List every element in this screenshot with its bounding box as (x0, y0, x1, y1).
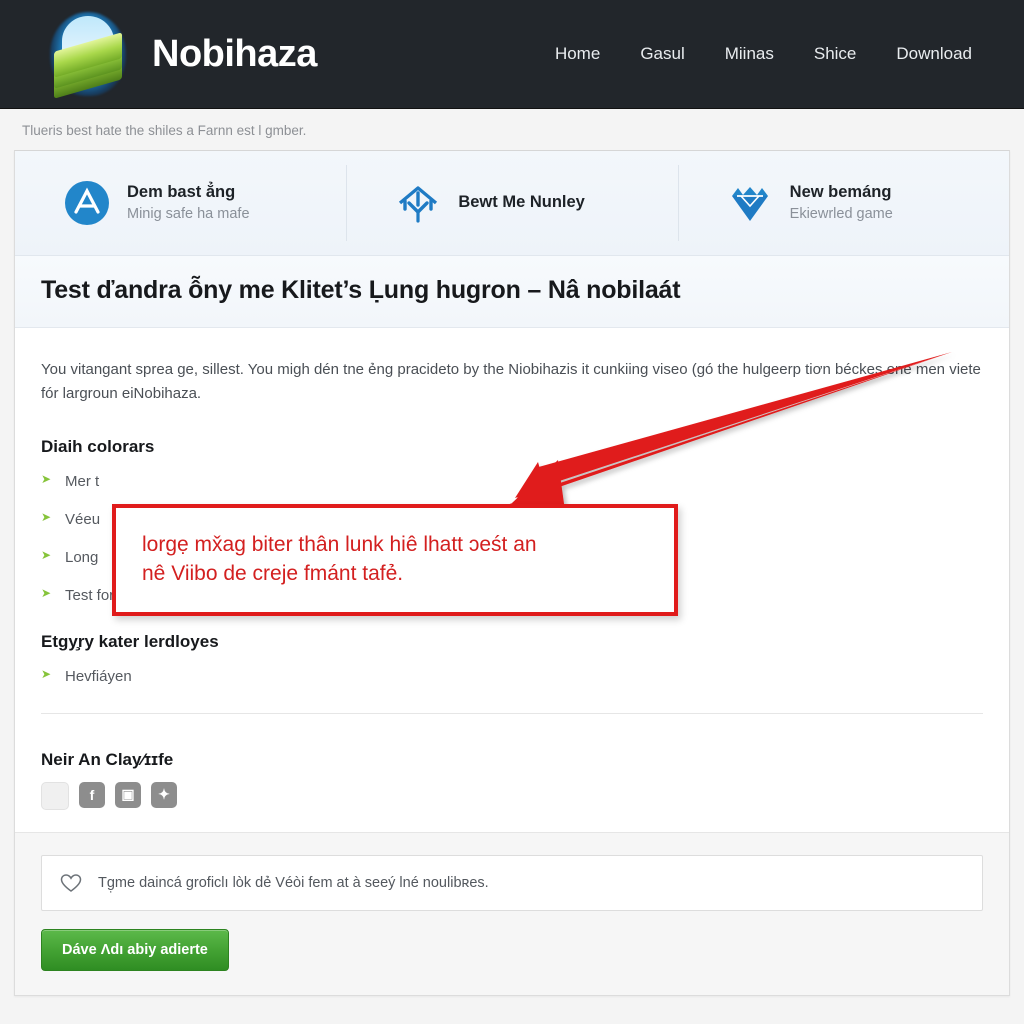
circle-a-badge-icon (61, 177, 113, 229)
feature-card-1[interactable]: Dem bast ẳng Minig safe ha mafe (15, 151, 346, 255)
notice-bar: Tg̣me daincá groficlı lòk dẻ Véòi fem at… (41, 854, 983, 911)
feature-strip: Dem bast ẳng Minig safe ha mafe Bewt Me … (15, 151, 1009, 256)
nav-home[interactable]: Home (551, 38, 604, 70)
page-title: Test ďandra ỗny me Klitet’s Ḷung hugron … (41, 276, 681, 304)
download-house-icon (392, 177, 444, 229)
nav-shice[interactable]: Shice (810, 38, 861, 70)
thumbs-up-icon[interactable]: ✦ (151, 781, 177, 808)
nav-miinas[interactable]: Miinas (721, 38, 778, 70)
brand[interactable]: Nobihaza ➚ (40, 6, 317, 102)
image-share-icon[interactable]: ▣ (115, 781, 141, 808)
feature-subtitle-3: Ekiewrled game (789, 205, 893, 222)
feature-card-3[interactable]: New bemáng Ekiewrled game (677, 151, 1009, 255)
annotation-line-1: lorgẹ mx̌ag biter thân lunk hiê lhatt ɔe… (142, 533, 537, 557)
section-divider (41, 712, 983, 714)
annotation-line-2: nê Viibo de creje fmánt tafẻ. (142, 562, 404, 585)
nav-download[interactable]: Download (892, 38, 976, 70)
feature-title-2: Bewt Me Nunley (458, 192, 585, 211)
blank-share-icon[interactable] (41, 781, 69, 810)
feature-subtitle-1: Minig safe ha mafe (127, 205, 250, 222)
site-header: Nobihaza ➚ Home Gasul Miinas Shice Downl… (0, 0, 1024, 109)
share-heading: Neir An Clay⁄ɪɪfe (41, 749, 174, 769)
intro-paragraph: You vitangant sprea ge, sillest. You mig… (41, 361, 981, 403)
annotation-callout: lorgẹ mx̌ag biter thân lunk hiê lhatt ɔe… (112, 504, 678, 616)
title-band: Test ďandra ỗny me Klitet’s Ḷung hugron … (15, 256, 1009, 328)
feature-list-2: Hevﬁáyen (41, 666, 983, 687)
section-heading-2: Etgy̧ry kater lerdloyes (41, 631, 219, 651)
section-heading-1: Diaih colorars (41, 436, 155, 456)
isometric-grass-block-logo (40, 6, 136, 102)
brand-name: Nobihaza (152, 32, 317, 75)
diamond-gem-icon (724, 177, 776, 229)
list-item: Mer t (41, 471, 983, 492)
feature-title-1: Dem bast ẳng (127, 182, 236, 201)
facebook-icon[interactable]: f (79, 781, 105, 808)
nav-gasul[interactable]: Gasul (636, 38, 688, 70)
notice-text: Tg̣me daincá groficlı lòk dẻ Véòi fem at… (98, 874, 489, 891)
footer-zone: Tg̣me daincá groficlı lòk dẻ Véòi fem at… (15, 831, 1009, 995)
heart-icon (60, 873, 82, 893)
share-icon-row: f ▣ ✦ (41, 781, 983, 810)
download-cta-button[interactable]: Dáve Ʌdı abiy adierte (41, 928, 229, 971)
share-block: Neir An Clay⁄ɪɪfe f ▣ ✦ (15, 724, 1009, 832)
feature-title-3: New bemáng (789, 182, 892, 201)
list-item: Hevﬁáyen (41, 666, 983, 687)
breadcrumb: Tlueris best hate the shiles a Farnn est… (0, 109, 1024, 150)
main-navigation: Home Gasul Miinas Shice Download (551, 38, 976, 70)
feature-card-2[interactable]: Bewt Me Nunley (346, 151, 677, 255)
